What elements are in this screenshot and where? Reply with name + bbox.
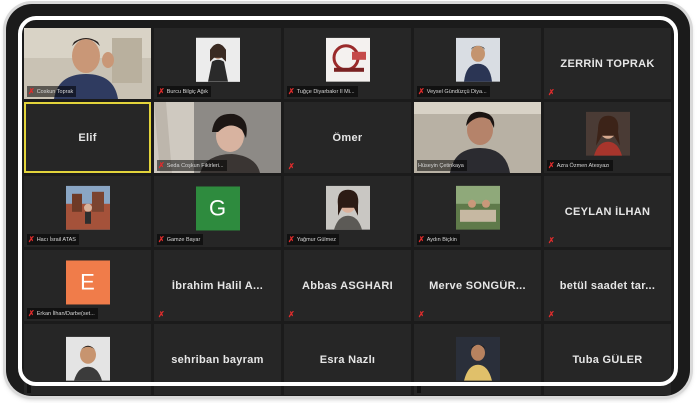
participant-display-name: Abbas ASGHARI bbox=[302, 279, 393, 292]
participant-tile-active-speaker[interactable]: Elif bbox=[24, 102, 151, 173]
participant-name-label: ✗ Veysel Gündüzçü Diya... bbox=[417, 86, 490, 97]
participant-name-label: ✗ Aydın Biçkin bbox=[417, 234, 460, 245]
participant-display-name: Elif bbox=[78, 131, 97, 144]
participant-tile[interactable]: ✗ Azra Özmen Atesyazı bbox=[544, 102, 671, 173]
participant-name-label: ✗ Azra Özmen Atesyazı bbox=[547, 160, 613, 171]
mic-muted-icon: ✗ bbox=[548, 88, 555, 97]
participant-display-name: Esra Nazlı bbox=[319, 353, 376, 366]
participant-display-name: Tuba GÜLER bbox=[572, 353, 643, 366]
profile-photo bbox=[455, 37, 500, 82]
participant-tile[interactable]: E ✗ Erkan İlhan/Darbe(set... bbox=[24, 250, 151, 321]
participant-display-name: sehriban bayram bbox=[171, 353, 264, 366]
profile-photo bbox=[325, 185, 370, 230]
participant-tile[interactable]: ✗ Aydın Biçkin bbox=[414, 176, 541, 247]
participant-gallery: ✗ Coskun Toprak ✗ Burcu Bilgiç Ağık ✗ Tu… bbox=[24, 28, 671, 395]
participant-tile[interactable]: Tuba GÜLER bbox=[544, 324, 671, 395]
participant-tile[interactable]: CEYLAN İLHAN ✗ bbox=[544, 176, 671, 247]
mic-muted-icon: ✗ bbox=[158, 86, 165, 96]
participant-tile[interactable]: sehriban bayram bbox=[154, 324, 281, 395]
profile-photo bbox=[455, 185, 500, 230]
participant-name-label: ✗ Yağmur Gülmez bbox=[287, 234, 340, 245]
participant-tile[interactable]: Merve SONGÜR... ✗ bbox=[414, 250, 541, 321]
mic-muted-icon: ✗ bbox=[548, 160, 555, 170]
participant-display-name: ZERRİN TOPRAK bbox=[560, 57, 655, 70]
profile-photo bbox=[585, 111, 630, 156]
participant-tile[interactable]: ✗ Seda Coşkun Fikirleri... bbox=[154, 102, 281, 173]
mic-muted-icon: ✗ bbox=[288, 162, 295, 171]
mic-muted-icon: ✗ bbox=[548, 236, 555, 245]
video-conference-window: ✗ Coskun Toprak ✗ Burcu Bilgiç Ağık ✗ Tu… bbox=[6, 4, 690, 396]
profile-photo bbox=[65, 336, 110, 381]
avatar-letter: G bbox=[195, 185, 240, 230]
mic-muted-icon: ✗ bbox=[288, 86, 295, 96]
participant-tile[interactable]: G ✗ Gamze Bayar bbox=[154, 176, 281, 247]
participant-name-label: Hüseyin Çetinkaya bbox=[417, 160, 467, 171]
profile-photo bbox=[455, 336, 500, 381]
participant-tile[interactable]: Ömer ✗ bbox=[284, 102, 411, 173]
participant-tile[interactable]: betül saadet tar... ✗ bbox=[544, 250, 671, 321]
profile-photo bbox=[195, 37, 240, 82]
mic-muted-icon: ✗ bbox=[28, 308, 35, 318]
mic-muted-icon: ✗ bbox=[548, 310, 555, 319]
mic-muted-icon: ✗ bbox=[158, 234, 165, 244]
participant-display-name: betül saadet tar... bbox=[559, 279, 656, 292]
profile-photo bbox=[65, 185, 110, 230]
participant-display-name: İbrahim Halil A... bbox=[171, 279, 264, 292]
participant-tile[interactable]: Esra Nazlı bbox=[284, 324, 411, 395]
participant-tile[interactable]: Hüseyin Çetinkaya bbox=[414, 102, 541, 173]
participant-tile[interactable]: ✗ Yağmur Gülmez bbox=[284, 176, 411, 247]
participant-name-label bbox=[27, 382, 31, 393]
participant-tile[interactable] bbox=[414, 324, 541, 395]
participant-display-name: Ömer bbox=[332, 131, 363, 144]
participant-name-label: ✗ Coskun Toprak bbox=[27, 86, 77, 97]
mic-muted-icon: ✗ bbox=[28, 234, 35, 244]
mic-muted-icon: ✗ bbox=[158, 160, 165, 170]
participant-display-name: CEYLAN İLHAN bbox=[564, 205, 651, 218]
participant-tile[interactable]: ✗ Hacı İsrail ATAS bbox=[24, 176, 151, 247]
participant-display-name: Merve SONGÜR... bbox=[429, 279, 526, 292]
participant-name-label: ✗ Erkan İlhan/Darbe(set... bbox=[27, 308, 98, 319]
participant-name-label bbox=[417, 382, 421, 393]
participant-tile[interactable]: ✗ Veysel Gündüzçü Diya... bbox=[414, 28, 541, 99]
participant-name-label: ✗ Hacı İsrail ATAS bbox=[27, 234, 79, 245]
participant-tile[interactable]: İbrahim Halil A... ✗ bbox=[154, 250, 281, 321]
participant-name-label: ✗ Burcu Bilgiç Ağık bbox=[157, 86, 211, 97]
participant-tile[interactable]: Abbas ASGHARI ✗ bbox=[284, 250, 411, 321]
participant-name-label: ✗ Gamze Bayar bbox=[157, 234, 204, 245]
mic-muted-icon: ✗ bbox=[418, 86, 425, 96]
mic-muted-icon: ✗ bbox=[28, 86, 35, 96]
mic-muted-icon: ✗ bbox=[418, 310, 425, 319]
avatar-letter: E bbox=[65, 259, 110, 304]
mic-muted-icon: ✗ bbox=[418, 234, 425, 244]
participant-tile[interactable] bbox=[24, 324, 151, 395]
mic-muted-icon: ✗ bbox=[158, 310, 165, 319]
participant-tile[interactable]: ZERRİN TOPRAK ✗ bbox=[544, 28, 671, 99]
profile-photo bbox=[325, 37, 370, 82]
participant-name-label: ✗ Tuğçe Diyarbakır Il Mi... bbox=[287, 86, 358, 97]
mic-muted-icon: ✗ bbox=[288, 234, 295, 244]
participant-name-label: ✗ Seda Coşkun Fikirleri... bbox=[157, 160, 227, 171]
participant-tile[interactable]: ✗ Burcu Bilgiç Ağık bbox=[154, 28, 281, 99]
mic-muted-icon: ✗ bbox=[288, 310, 295, 319]
participant-tile[interactable]: ✗ Tuğçe Diyarbakır Il Mi... bbox=[284, 28, 411, 99]
participant-tile[interactable]: ✗ Coskun Toprak bbox=[24, 28, 151, 99]
